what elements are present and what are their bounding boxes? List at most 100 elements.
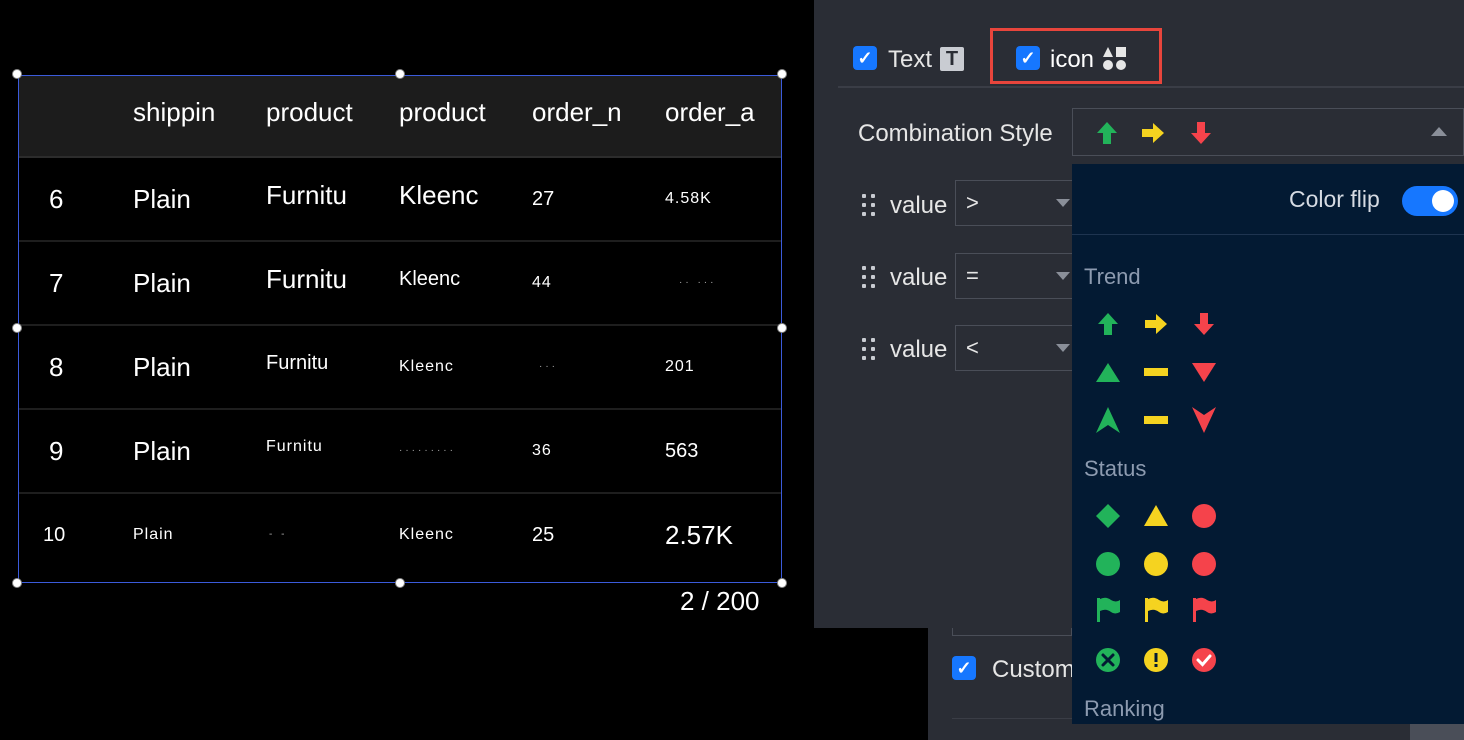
flag-icon xyxy=(1145,597,1168,622)
triangle-up-icon xyxy=(1096,363,1120,382)
resize-handle-top-right[interactable] xyxy=(777,69,787,79)
cell-shipping: Plain xyxy=(133,526,174,543)
check-circle-icon xyxy=(1192,648,1216,672)
circle-icon xyxy=(1192,552,1216,576)
flag-icon xyxy=(1193,597,1216,622)
cell-shipping: Plain xyxy=(133,184,191,214)
rule-operator-select[interactable]: > xyxy=(955,180,1075,226)
cell-order-number: 44 xyxy=(532,274,552,291)
header-cell-order-amount[interactable]: order_a xyxy=(665,76,777,156)
cell-category: Furnitu xyxy=(266,438,323,455)
caret-down-icon xyxy=(1056,272,1070,280)
color-flip-label: Color flip xyxy=(1289,186,1380,212)
rule-operator-select[interactable]: = xyxy=(955,253,1075,299)
cell-shipping: Plain xyxy=(133,268,191,298)
cell-category: Furnitu xyxy=(266,352,329,374)
cell-category: Furnitu xyxy=(266,180,347,210)
cell-order-number: 36 xyxy=(532,442,552,459)
icon-option-status-circles[interactable] xyxy=(1090,548,1250,580)
header-cell-order-number[interactable]: order_n xyxy=(532,76,658,156)
cell-category: - - xyxy=(269,529,288,540)
toggle-knob xyxy=(1432,190,1454,212)
flag-icon xyxy=(1097,597,1120,622)
rule-operator-select[interactable]: < xyxy=(955,325,1075,371)
cell-shipping: Plain xyxy=(133,436,191,466)
table-row[interactable]: 10 Plain - - Kleenc 25 2.57K xyxy=(19,494,781,576)
arrow-up-icon xyxy=(1098,313,1118,335)
rule-field-label: value xyxy=(890,264,948,291)
resize-handle-top-left[interactable] xyxy=(12,69,22,79)
icon-option-trend-chevrons[interactable] xyxy=(1090,404,1250,436)
resize-handle-right[interactable] xyxy=(777,323,787,333)
rule-operator-value: > xyxy=(966,190,979,215)
pagination-indicator: 2 / 200 xyxy=(680,586,760,616)
group-label-status: Status xyxy=(1084,456,1147,481)
dash-icon xyxy=(1144,416,1168,424)
resize-handle-top[interactable] xyxy=(395,69,405,79)
cell-order-amount: 2.57K xyxy=(665,520,733,550)
resize-handle-bottom-left[interactable] xyxy=(12,578,22,588)
cell-product: Kleenc xyxy=(399,180,479,210)
table-row[interactable]: 7 Plain Furnitu Kleenc 44 ·· ··· xyxy=(19,242,781,326)
icon-option-status-symbols[interactable] xyxy=(1090,644,1250,676)
cell-order-number: 25 xyxy=(532,524,555,546)
triangle-icon xyxy=(1144,505,1168,526)
caret-down-icon xyxy=(1056,344,1070,352)
table-widget[interactable]: shippin product product order_n order_a … xyxy=(18,75,782,583)
rule-field-label: value xyxy=(890,192,948,219)
custom-checkbox[interactable]: ✓ xyxy=(952,656,976,680)
chevron-up-icon xyxy=(1096,407,1120,433)
cell-category: Furnitu xyxy=(266,264,347,294)
exclamation-circle-icon xyxy=(1144,648,1168,672)
table-row[interactable]: 8 Plain Furnitu Kleenc ··· 201 xyxy=(19,326,781,410)
table-row[interactable]: 9 Plain Furnitu ········· 36 563 xyxy=(19,410,781,494)
header-cell-product-category[interactable]: product xyxy=(266,76,392,156)
tab-icon[interactable]: icon xyxy=(1050,46,1094,74)
tab-text[interactable]: Text xyxy=(888,46,932,74)
scrollbar[interactable] xyxy=(1410,724,1464,740)
cell-shipping: Plain xyxy=(133,352,191,382)
cell-product: ········· xyxy=(399,445,456,456)
text-checkbox[interactable]: ✓ xyxy=(853,46,877,70)
arrow-right-icon xyxy=(1145,314,1167,334)
header-cell-index[interactable] xyxy=(49,76,139,156)
combination-style-select[interactable] xyxy=(1072,108,1464,156)
shapes-icon xyxy=(1103,47,1126,70)
cell-product: Kleenc xyxy=(399,526,454,543)
group-label-trend: Trend xyxy=(1084,264,1141,289)
icon-checkbox[interactable]: ✓ xyxy=(1016,46,1040,70)
header-cell-shipping[interactable]: shippin xyxy=(133,76,259,156)
arrow-down-icon xyxy=(1191,122,1211,144)
cell-order-number: ··· xyxy=(539,361,558,372)
cell-order-amount: ·· ··· xyxy=(679,277,717,288)
drag-handle-icon[interactable] xyxy=(862,336,878,364)
custom-label: Custom xyxy=(992,656,1075,683)
drag-handle-icon[interactable] xyxy=(862,192,878,220)
caret-up-icon[interactable] xyxy=(1431,127,1447,136)
row-index: 6 xyxy=(49,184,64,214)
drag-handle-icon[interactable] xyxy=(862,264,878,292)
circle-icon xyxy=(1096,552,1120,576)
cell-order-amount: 563 xyxy=(665,440,699,462)
resize-handle-bottom[interactable] xyxy=(395,578,405,588)
icon-option-status-flags[interactable] xyxy=(1090,594,1250,626)
resize-handle-left[interactable] xyxy=(12,323,22,333)
cell-product: Kleenc xyxy=(399,358,454,375)
icon-option-trend-arrows[interactable] xyxy=(1090,308,1250,340)
rule-field-label: value xyxy=(890,336,948,363)
color-flip-toggle[interactable] xyxy=(1402,186,1458,216)
cell-product: Kleenc xyxy=(399,268,461,290)
header-cell-product-name[interactable]: product xyxy=(399,76,525,156)
arrow-up-icon xyxy=(1097,122,1117,144)
resize-handle-bottom-right[interactable] xyxy=(777,578,787,588)
arrow-down-icon xyxy=(1194,313,1214,335)
text-type-icon: T xyxy=(940,47,964,71)
cell-order-amount: 4.58K xyxy=(665,190,712,207)
icon-option-status-shapes[interactable] xyxy=(1090,500,1250,532)
icon-option-trend-triangles[interactable] xyxy=(1090,356,1250,388)
rule-operator-value: < xyxy=(966,335,979,360)
table-row[interactable]: 6 Plain Furnitu Kleenc 27 4.58K xyxy=(19,158,781,242)
cell-order-number: 27 xyxy=(532,188,555,210)
group-label-ranking: Ranking xyxy=(1084,696,1165,721)
diamond-icon xyxy=(1096,504,1120,528)
